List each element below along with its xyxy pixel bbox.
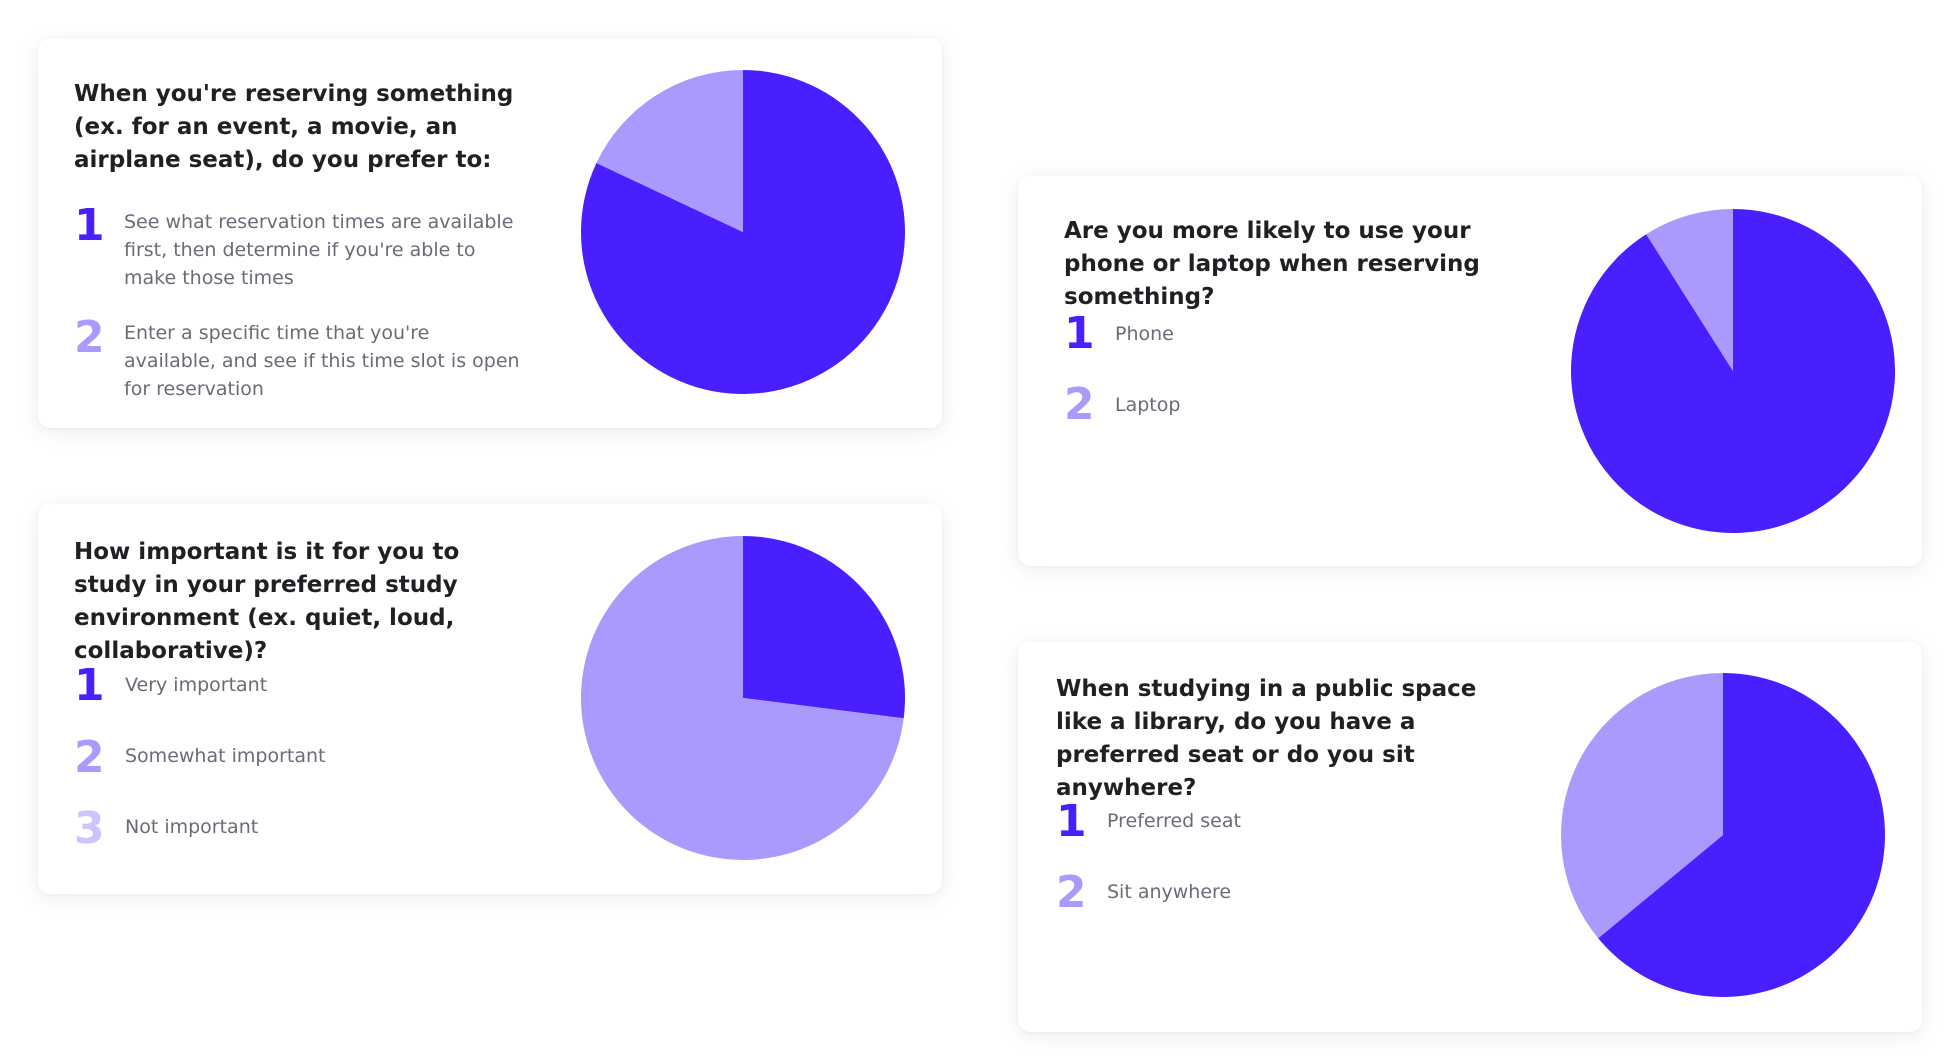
- survey-card-study-environment: How important is it for you to study in …: [38, 504, 942, 894]
- pie-chart: [1571, 209, 1895, 533]
- option-number-1: 1: [1064, 308, 1095, 359]
- option-label: Enter a specific time that you're availa…: [124, 322, 520, 400]
- option-label: Sit anywhere: [1107, 881, 1232, 903]
- pie-chart: [581, 536, 905, 860]
- survey-card-seat-preference: When studying in a public space like a l…: [1018, 642, 1922, 1032]
- survey-card-device-preference: Are you more likely to use your phone or…: [1018, 176, 1922, 566]
- option-number-3: 3: [74, 803, 105, 854]
- option-number-2: 2: [74, 312, 105, 363]
- pie-chart: [581, 70, 905, 394]
- option-number-2: 2: [1064, 379, 1095, 430]
- pie-chart: [1561, 673, 1885, 997]
- option-number-1: 1: [1056, 796, 1087, 847]
- option-number-1: 1: [74, 200, 105, 251]
- option-number-1: 1: [74, 660, 105, 711]
- question-title: When studying in a public space like a l…: [1056, 676, 1477, 801]
- question-title: How important is it for you to study in …: [74, 539, 460, 664]
- question-title: Are you more likely to use your phone or…: [1064, 218, 1480, 310]
- pie-slice-1: [743, 536, 905, 719]
- option-label: Phone: [1115, 323, 1174, 345]
- option-number-2: 2: [74, 732, 105, 783]
- survey-card-reservation-preference: When you're reserving something (ex. for…: [38, 38, 942, 428]
- option-label: Not important: [125, 816, 259, 838]
- question-title: When you're reserving something (ex. for…: [74, 81, 514, 173]
- option-label: Very important: [125, 674, 268, 696]
- option-label: See what reservation times are available…: [124, 211, 514, 289]
- option-label: Laptop: [1115, 394, 1181, 416]
- option-label: Preferred seat: [1107, 810, 1241, 832]
- option-label: Somewhat important: [125, 745, 326, 767]
- option-number-2: 2: [1056, 867, 1087, 918]
